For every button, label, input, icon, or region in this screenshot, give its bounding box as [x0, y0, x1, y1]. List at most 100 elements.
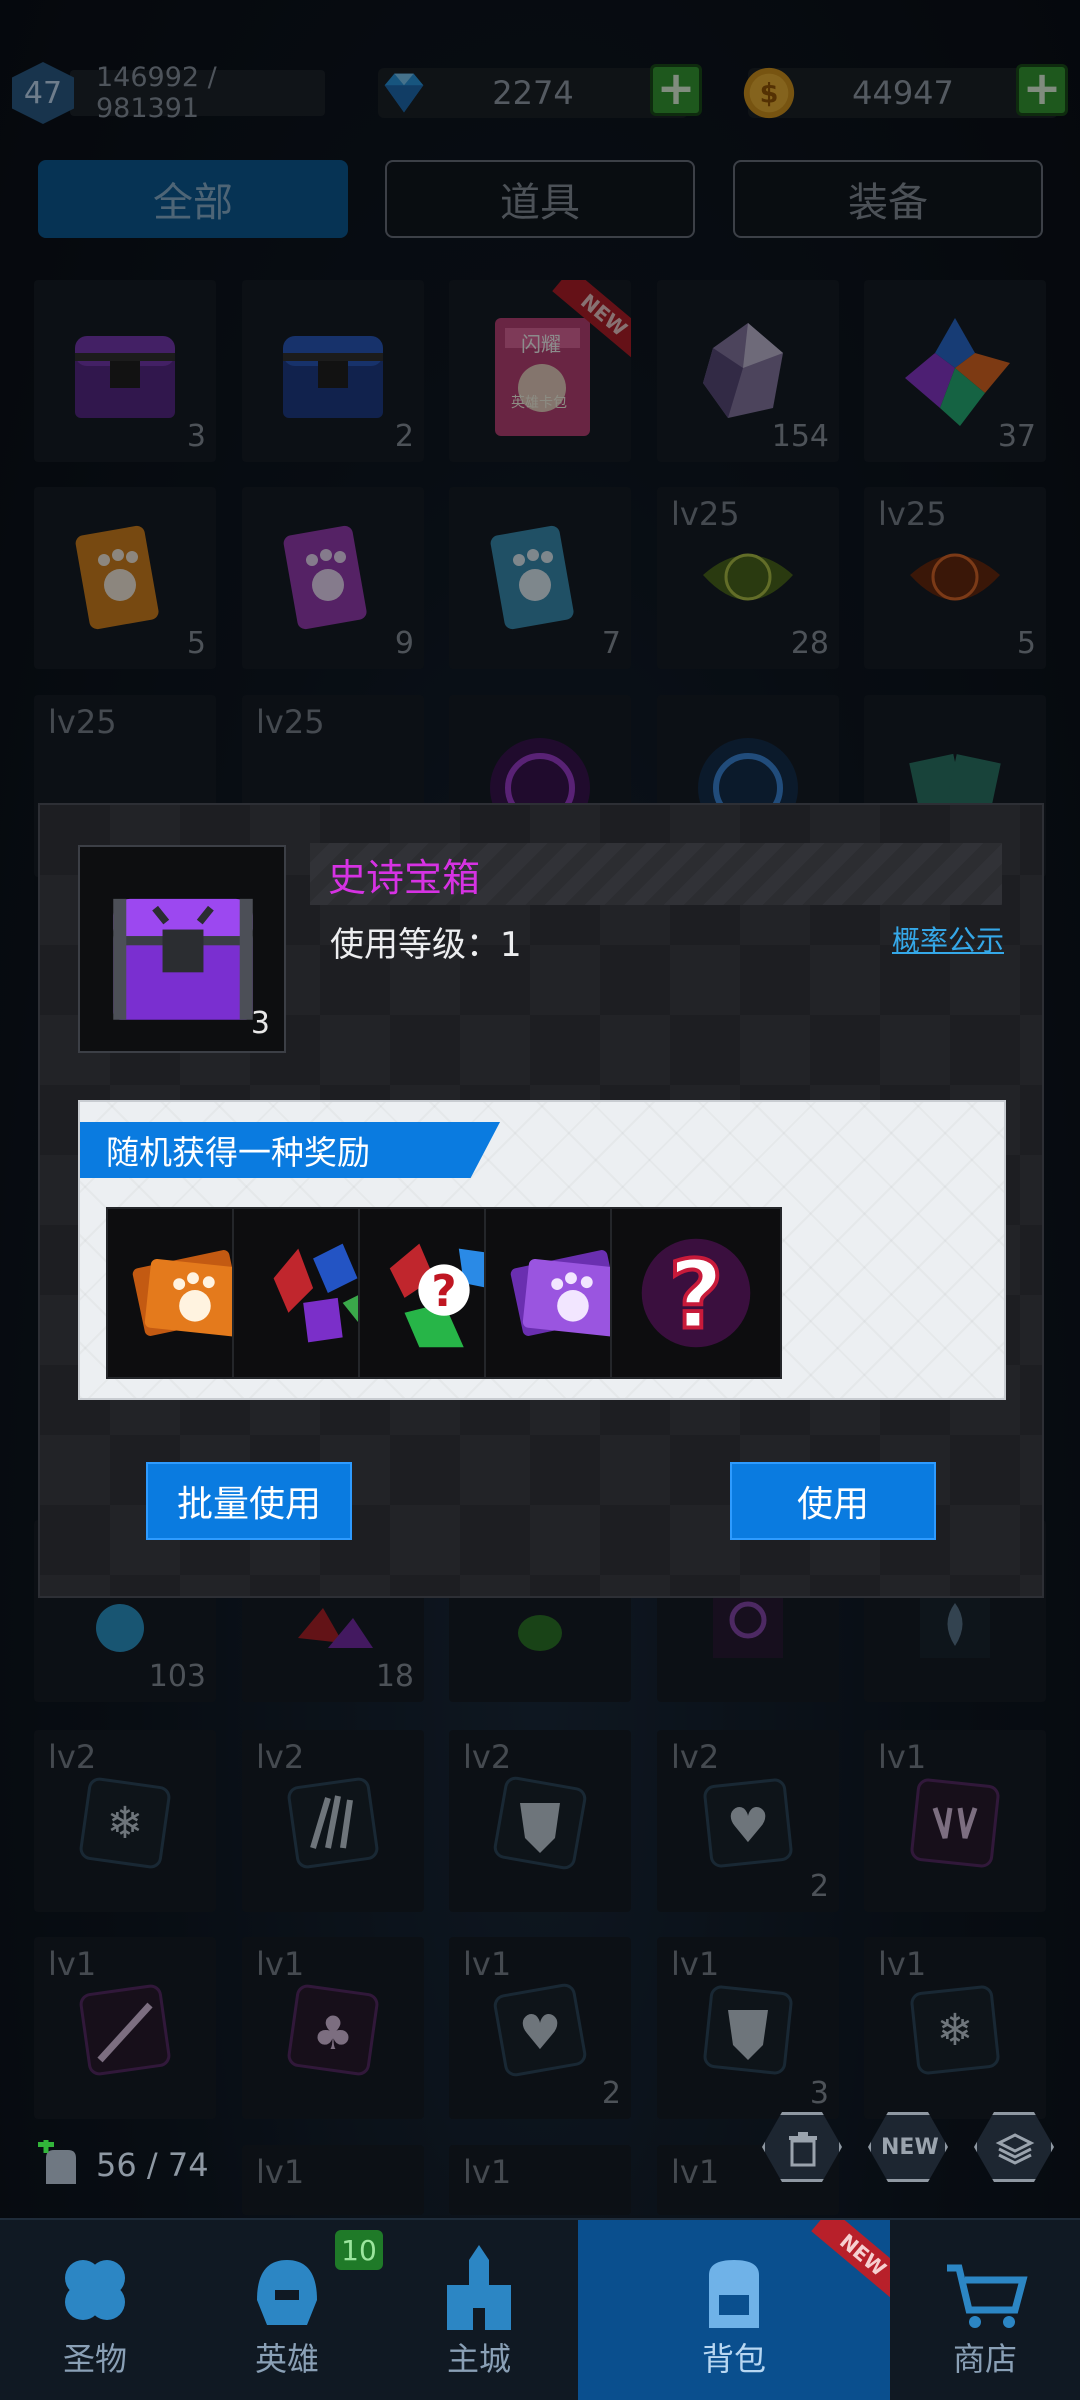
inventory-slot[interactable]: lv1: [242, 2145, 424, 2215]
item-count: 2: [394, 419, 414, 454]
nav-main-city[interactable]: 主城: [384, 2220, 574, 2400]
inventory-slot[interactable]: 9: [242, 487, 424, 669]
snowflake-rune-icon: ❄: [910, 1985, 1000, 2075]
inventory-slot[interactable]: 37: [864, 280, 1046, 462]
item-name-bar: 史诗宝箱: [310, 843, 1002, 905]
item-level: lv25: [878, 495, 947, 533]
new-ribbon-text: NEW: [835, 2228, 890, 2282]
svg-text:♥: ♥: [518, 2005, 561, 2061]
inventory-slot[interactable]: lv2: [449, 1730, 631, 1912]
probability-link[interactable]: 概率公示: [892, 919, 1004, 959]
inventory-slot[interactable]: 5: [34, 487, 216, 669]
item-level: lv2: [671, 1738, 720, 1776]
inventory-slot[interactable]: 7: [449, 487, 631, 669]
item-level: lv1: [463, 1945, 512, 1983]
tab-equipment[interactable]: 装备: [733, 160, 1043, 238]
gold-coin-icon: $: [743, 67, 795, 119]
heart-rune-icon: ♥: [493, 1983, 587, 2077]
nav-backpack[interactable]: 背包 NEW: [578, 2220, 890, 2400]
red-scroll-icon: [910, 553, 1000, 601]
tab-all[interactable]: 全部: [38, 160, 348, 238]
heroes-count-badge: 10: [335, 2230, 383, 2270]
nav-relics[interactable]: 圣物: [0, 2220, 190, 2400]
svg-text:$: $: [760, 79, 779, 110]
item-count: 37: [997, 419, 1036, 454]
item-count: 2: [809, 1869, 829, 1904]
batch-use-button[interactable]: 批量使用: [146, 1462, 352, 1540]
add-gems-button[interactable]: +: [650, 64, 702, 116]
item-preview: 3: [78, 845, 286, 1053]
item-level: lv25: [256, 703, 325, 741]
fang-rune-icon: [910, 1778, 1000, 1868]
shield-rune-icon: [703, 1985, 793, 2075]
inventory-slot[interactable]: 154: [657, 280, 839, 462]
item-name: 史诗宝箱: [328, 855, 481, 900]
item-count: 9: [394, 626, 414, 661]
use-label: 使用: [796, 1484, 869, 1525]
svg-text:♥: ♥: [726, 1798, 769, 1854]
item-count: 154: [771, 419, 829, 454]
item-count: 7: [601, 626, 621, 661]
item-level: lv1: [256, 2153, 305, 2191]
item-detail-dialog: 3 史诗宝箱 使用等级：1 概率公示 随机获得一种奖励 ? ? 批量使用 使用: [38, 803, 1044, 1598]
inventory-slot[interactable]: lv1: [449, 2145, 631, 2215]
svg-text:❄: ❄: [107, 1798, 144, 1849]
item-count: 103: [148, 1659, 206, 1694]
item-level: lv2: [256, 1738, 305, 1776]
pack-title: 闪耀: [521, 332, 561, 356]
purple-paw-card-icon: [283, 525, 367, 630]
bag-add-icon[interactable]: [36, 2140, 86, 2190]
reward-header: 随机获得一种奖励: [80, 1122, 500, 1178]
item-count: 18: [375, 1659, 414, 1694]
inventory-slot[interactable]: ♣ lv1: [242, 1937, 424, 2119]
item-count: 5: [1016, 626, 1036, 661]
shield-rune-icon: [493, 1776, 587, 1870]
nav-shop[interactable]: 商店: [890, 2220, 1080, 2400]
bag-capacity: 56 / 74: [36, 2140, 209, 2190]
svg-text:❄: ❄: [937, 2005, 974, 2056]
tab-items[interactable]: 道具: [385, 160, 695, 238]
inventory-slot[interactable]: 2: [242, 280, 424, 462]
item-level: lv1: [48, 1945, 97, 1983]
reward-panel: 随机获得一种奖励 ? ?: [78, 1100, 1006, 1400]
reward-header-text: 随机获得一种奖励: [106, 1133, 370, 1172]
use-button[interactable]: 使用: [730, 1462, 936, 1540]
inventory-slot[interactable]: ❄ lv2: [34, 1730, 216, 1912]
tab-items-label: 道具: [500, 180, 580, 226]
inventory-slot[interactable]: ❄ lv1: [864, 1937, 1046, 2119]
item-level: lv1: [878, 1738, 927, 1776]
item-count: 3: [809, 2076, 829, 2111]
pack-subtitle: 英雄卡包: [511, 395, 567, 411]
inventory-slot[interactable]: lv25 28: [657, 487, 839, 669]
capacity-text: 56 / 74: [96, 2146, 209, 2184]
layers-icon: [995, 2133, 1035, 2165]
sword-rune-icon: [79, 1984, 171, 2076]
inventory-slot[interactable]: lv25 5: [864, 487, 1046, 669]
nav-label: 主城: [446, 2340, 511, 2378]
inventory-slot[interactable]: lv1 3: [657, 1937, 839, 2119]
player-level: 47: [23, 75, 63, 111]
castle-icon: [447, 2245, 511, 2330]
player-level-badge[interactable]: 47: [12, 62, 74, 124]
inventory-slot[interactable]: ♥ lv1 2: [449, 1937, 631, 2119]
item-level: lv2: [48, 1738, 97, 1776]
nav-label: 背包: [701, 2340, 766, 2378]
top-status-bar: 146992 / 981391 47 2274 + 44947 $ +: [0, 50, 1080, 130]
claw-rune-icon: [287, 1777, 379, 1869]
tab-equipment-label: 装备: [848, 180, 928, 226]
purple-chest-icon: [75, 336, 175, 418]
inventory-slot[interactable]: lv2: [242, 1730, 424, 1912]
item-level: lv1: [256, 1945, 305, 1983]
inventory-slot[interactable]: lv1: [864, 1730, 1046, 1912]
heart-rune-icon: ♥: [703, 1778, 793, 1868]
item-count: 3: [186, 419, 206, 454]
inventory-slot[interactable]: lv1: [34, 1937, 216, 2119]
item-count: 2: [601, 2076, 621, 2111]
inventory-slot[interactable]: 3: [34, 280, 216, 462]
inventory-slot[interactable]: ♥ lv2 2: [657, 1730, 839, 1912]
inventory-slot[interactable]: 闪耀 英雄卡包 NEW: [449, 280, 631, 462]
item-level: lv1: [671, 2153, 720, 2191]
blue-chest-icon: [283, 336, 383, 418]
reward-slot[interactable]: ?: [610, 1207, 782, 1379]
add-gold-button[interactable]: +: [1016, 64, 1068, 116]
